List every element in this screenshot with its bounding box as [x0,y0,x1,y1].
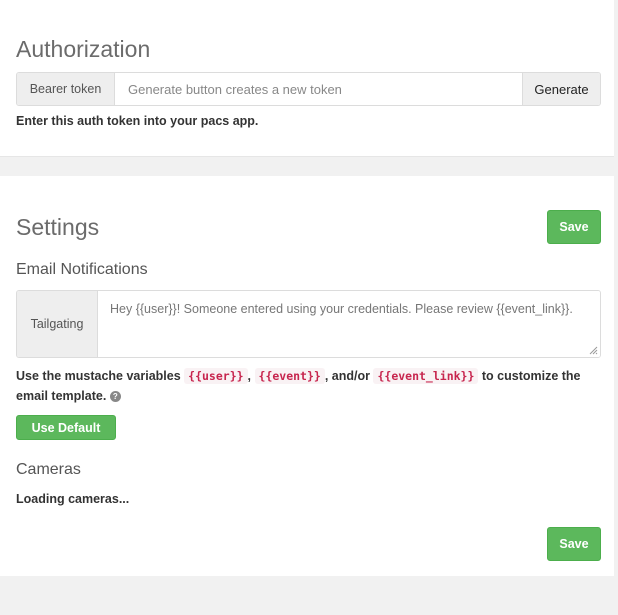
tailgating-template-wrap: Hey {{user}}! Someone entered using your… [98,291,600,357]
help-suffix-2: email template. [16,389,107,403]
bearer-token-label: Bearer token [17,73,115,105]
resize-grip-icon[interactable] [588,345,598,355]
var-event-code: {{event}} [254,368,325,384]
tailgating-template-textarea[interactable]: Hey {{user}}! Someone entered using your… [98,291,600,357]
save-button-bottom[interactable]: Save [547,527,601,561]
cameras-loading-text: Loading cameras... [16,492,130,506]
generate-button[interactable]: Generate [522,73,600,105]
bearer-token-group: Bearer token Generate [16,72,601,106]
email-notifications-title: Email Notifications [16,261,148,278]
authorization-title: Authorization [16,36,151,62]
auth-help-text: Enter this auth token into your pacs app… [16,114,259,128]
tailgating-group: Tailgating Hey {{user}}! Someone entered… [16,290,601,358]
use-default-button[interactable]: Use Default [16,415,116,440]
help-sep-2: , and/or [324,369,370,383]
question-circle-icon[interactable]: ? [109,391,121,402]
help-prefix: Use the mustache variables [16,369,181,383]
tailgating-label: Tailgating [17,291,98,357]
bearer-token-input[interactable] [115,73,522,105]
settings-title: Settings [16,214,100,240]
help-sep-1: , [247,369,252,383]
var-event-link-code: {{event_link}} [373,368,479,384]
settings-panel: Settings Save Email Notifications Tailga… [0,176,614,576]
cameras-title: Cameras [16,461,81,478]
template-help-text: Use the mustache variables {{user}}, {{e… [16,366,606,406]
var-user-code: {{user}} [184,368,248,384]
save-button-top[interactable]: Save [547,210,601,244]
help-suffix-1: to customize the [481,369,581,383]
authorization-panel: Authorization Bearer token Generate Ente… [0,0,614,157]
